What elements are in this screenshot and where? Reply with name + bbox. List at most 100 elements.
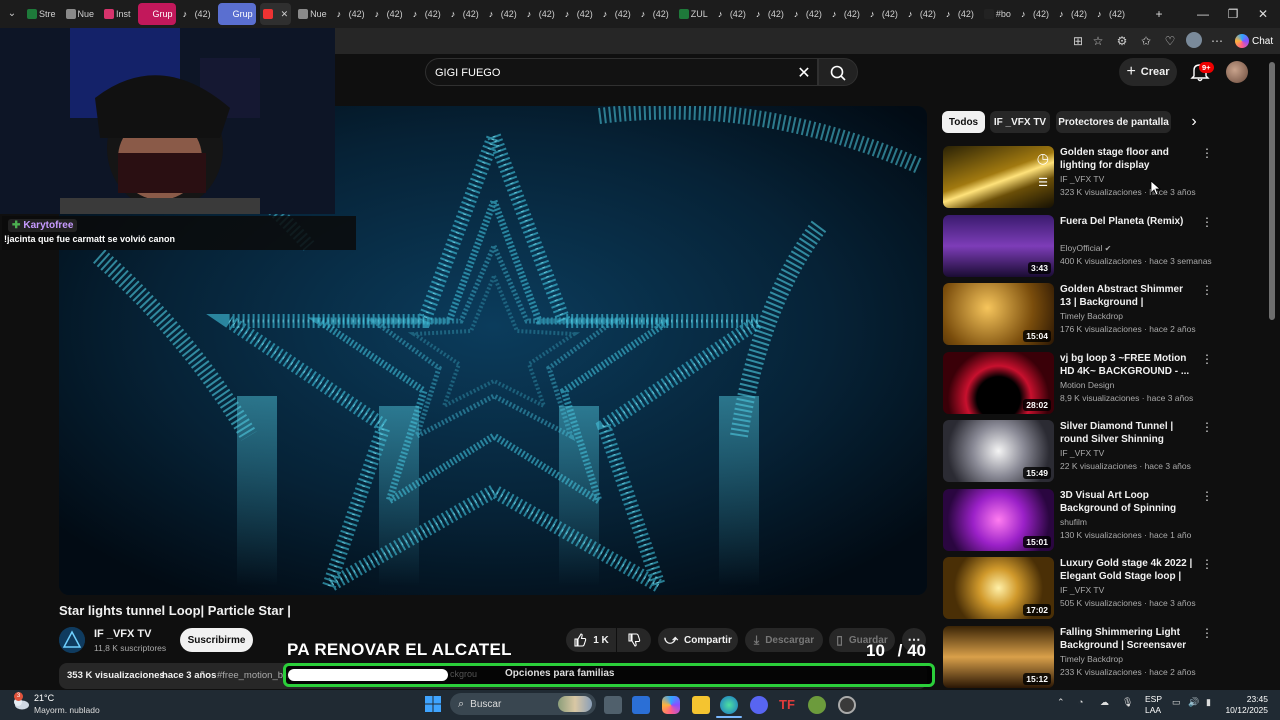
recommendation-item[interactable]: ◷ ☰ Golden stage floor and lighting for di… xyxy=(943,146,1213,210)
video-thumbnail[interactable]: 3:43 xyxy=(943,214,1054,277)
browser-tab[interactable]: Nue xyxy=(63,3,98,25)
browser-tab[interactable]: Grup xyxy=(137,3,176,25)
more-options-icon[interactable]: ⋮ xyxy=(1201,146,1213,162)
video-thumbnail[interactable]: 15:04 xyxy=(943,283,1054,345)
user-avatar[interactable] xyxy=(1226,61,1248,83)
profile-avatar[interactable] xyxy=(1186,32,1202,48)
recommendation-title[interactable]: vj bg loop 3 ~FREE Motion HD 4K~ BACKGRO… xyxy=(1060,352,1195,378)
game-app-icon[interactable] xyxy=(808,696,826,714)
browser-essentials-icon[interactable]: ♡ xyxy=(1162,33,1178,49)
recommendation-title[interactable]: Golden stage floor and lighting for disp… xyxy=(1060,146,1195,172)
browser-tab[interactable]: ♪ (42) xyxy=(791,3,825,25)
browser-tab[interactable]: ♪ (42) xyxy=(905,3,939,25)
store-icon[interactable] xyxy=(632,696,650,714)
recommendation-title[interactable]: Fuera Del Planeta (Remix) xyxy=(1060,215,1195,228)
browser-tab[interactable]: ♪ (42) xyxy=(486,3,520,25)
recommendation-channel[interactable]: Motion Design xyxy=(1060,380,1114,390)
search-input[interactable] xyxy=(435,64,785,82)
browser-tab[interactable]: ♪ (42) xyxy=(638,3,672,25)
browser-tab[interactable]: Grup xyxy=(217,3,256,25)
display-icon[interactable]: ▭ xyxy=(1172,697,1181,708)
browser-tab[interactable]: ♪ (42) xyxy=(943,3,977,25)
recommendation-item[interactable]: 15:12 Falling Shimmering Light Background… xyxy=(943,625,1213,690)
video-thumbnail[interactable]: 28:02 xyxy=(943,351,1054,414)
recommendation-title[interactable]: Golden Abstract Shimmer 13 | Background … xyxy=(1060,283,1195,309)
recommendation-title[interactable]: 3D Visual Art Loop Background of Spinnin… xyxy=(1060,489,1195,515)
close-tab-icon[interactable]: ✕ xyxy=(281,9,289,20)
more-menu-icon[interactable]: ⋯ xyxy=(1209,33,1225,49)
copilot-taskbar-icon[interactable] xyxy=(662,696,680,714)
recommendation-title[interactable]: Silver Diamond Tunnel | round Silver Shi… xyxy=(1060,420,1195,446)
browser-tab[interactable]: ♪ (42) xyxy=(1056,3,1090,25)
recommendation-channel[interactable]: IF _VFX TV xyxy=(1060,174,1104,184)
video-thumbnail[interactable]: 15:49 xyxy=(943,420,1054,482)
minimize-button[interactable]: — xyxy=(1188,4,1218,24)
video-thumbnail[interactable]: 15:12 xyxy=(943,625,1054,688)
browser-tab[interactable]: ZUL xyxy=(676,3,711,25)
browser-tab[interactable]: ♪ (42) xyxy=(600,3,634,25)
video-thumbnail[interactable]: 17:02 xyxy=(943,557,1054,619)
recommendation-item[interactable]: 15:04 Golden Abstract Shimmer 13 | Backgr… xyxy=(943,283,1213,347)
recommendation-item[interactable]: 17:02 Luxury Gold stage 4k 2022 | Elegant… xyxy=(943,557,1213,621)
chevron-right-icon[interactable]: › xyxy=(1186,113,1202,133)
favorite-star-icon[interactable]: ☆ xyxy=(1090,33,1106,49)
taskbar-search[interactable]: ⌕ Buscar xyxy=(450,693,596,715)
maximize-button[interactable]: ❐ xyxy=(1218,4,1248,24)
browser-tab[interactable]: Inst xyxy=(101,3,134,25)
copilot-chat-button[interactable]: Chat xyxy=(1232,31,1276,51)
browser-tab[interactable]: #bo xyxy=(981,3,1014,25)
browser-tab[interactable]: Stre xyxy=(24,3,59,25)
recommendation-title[interactable]: Falling Shimmering Light Background | Sc… xyxy=(1060,626,1195,652)
hashtag-link[interactable]: #free_motion_ba xyxy=(217,670,288,681)
edge-icon[interactable] xyxy=(720,696,738,714)
subscribe-button[interactable]: Suscribirme xyxy=(180,628,253,652)
browser-tab[interactable]: ♪ (42) xyxy=(829,3,863,25)
file-explorer-icon[interactable] xyxy=(692,696,710,714)
more-options-icon[interactable]: ⋮ xyxy=(1201,557,1213,573)
task-view-icon[interactable] xyxy=(604,696,622,714)
browser-tab[interactable]: ♪ (42) xyxy=(562,3,596,25)
more-options-icon[interactable]: ⋮ xyxy=(1201,352,1213,368)
browser-tab[interactable]: ✕ xyxy=(259,3,292,25)
recommendation-channel[interactable]: Timely Backdrop xyxy=(1060,311,1123,321)
browser-tab[interactable]: Nue xyxy=(295,3,330,25)
recommendation-item[interactable]: 3:43 Fuera Del Planeta (Remix) EloyOfficia… xyxy=(943,214,1213,279)
recommendation-item[interactable]: 15:49 Silver Diamond Tunnel | round Silve… xyxy=(943,420,1213,484)
browser-tab[interactable]: ♪ (42) xyxy=(180,3,214,25)
clear-search-icon[interactable]: ✕ xyxy=(796,63,812,82)
dislike-button[interactable] xyxy=(617,628,651,652)
browser-tab[interactable]: ♪ (42) xyxy=(372,3,406,25)
browser-tab[interactable]: ♪ (42) xyxy=(1094,3,1128,25)
extension-icon[interactable]: ⚙ xyxy=(1114,33,1130,49)
channel-name[interactable]: IF _VFX TV xyxy=(94,628,151,640)
browser-tab[interactable]: ♪ (42) xyxy=(753,3,787,25)
recommendation-title[interactable]: Luxury Gold stage 4k 2022 | Elegant Gold… xyxy=(1060,557,1195,583)
tray-overflow-icon[interactable]: ⌃ xyxy=(1057,697,1065,708)
download-button[interactable]: ⤓ Descargar xyxy=(745,628,823,652)
channel-avatar[interactable] xyxy=(59,627,85,653)
more-options-icon[interactable]: ⋮ xyxy=(1201,489,1213,505)
favorites-icon[interactable]: ✩ xyxy=(1138,33,1154,49)
recommendation-channel[interactable]: IF _VFX TV xyxy=(1060,585,1104,595)
onedrive-icon[interactable]: ☁ xyxy=(1100,697,1109,708)
obs-icon[interactable] xyxy=(838,696,856,714)
add-to-queue-icon[interactable]: ☰ xyxy=(1038,176,1048,189)
video-thumbnail[interactable]: 15:01 xyxy=(943,488,1054,551)
browser-tab[interactable]: ♪ (42) xyxy=(715,3,749,25)
more-options-icon[interactable]: ⋮ xyxy=(1201,626,1213,642)
close-window-button[interactable]: ✕ xyxy=(1248,4,1278,24)
volume-icon[interactable]: 🔊 xyxy=(1188,697,1199,708)
app-available-icon[interactable]: ⊞ xyxy=(1070,33,1086,49)
create-button[interactable]: + Crear xyxy=(1119,58,1177,86)
chip-channel[interactable]: IF _VFX TV xyxy=(990,111,1050,133)
mic-icon[interactable]: 🎙 xyxy=(1122,697,1133,708)
browser-tab[interactable]: ♪ (42) xyxy=(524,3,558,25)
new-tab-button[interactable]: + xyxy=(1144,4,1174,24)
discord-icon[interactable] xyxy=(750,696,768,714)
browser-tab[interactable]: ♪ (42) xyxy=(1018,3,1052,25)
more-options-icon[interactable]: ⋮ xyxy=(1201,215,1213,231)
start-button[interactable] xyxy=(424,695,442,713)
search-button[interactable] xyxy=(818,58,858,86)
like-button[interactable]: 1 K xyxy=(566,628,616,652)
recommendation-channel[interactable]: EloyOfficial ✔ xyxy=(1060,243,1111,253)
